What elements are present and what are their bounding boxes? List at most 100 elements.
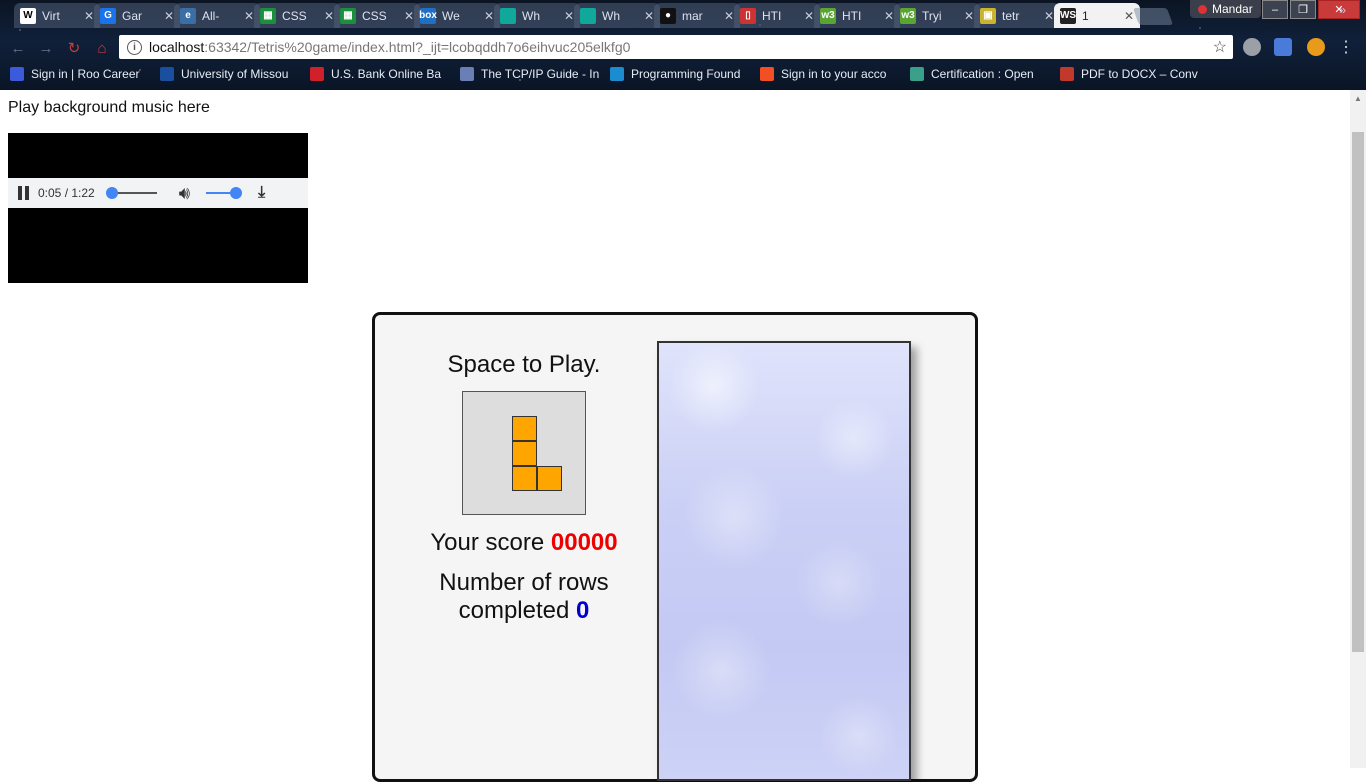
- bookmark-item[interactable]: U.S. Bank Online Ba: [310, 67, 450, 81]
- bookmark-label: Sign in to your acco: [781, 67, 887, 81]
- page-content: Play background music here 0:05 / 1:22 🔊…: [0, 90, 1350, 782]
- bookmark-star-icon[interactable]: ☆: [1213, 37, 1227, 57]
- tab-title: Tryi: [922, 8, 942, 23]
- browser-tab[interactable]: Wh ✕: [494, 3, 580, 28]
- minimize-button[interactable]: –: [1262, 0, 1288, 19]
- piece-block: [512, 416, 537, 441]
- score-value: 00000: [550, 529, 618, 556]
- bookmark-favicon-icon: [1060, 67, 1074, 81]
- close-tab-icon[interactable]: ✕: [244, 9, 254, 23]
- seek-slider[interactable]: [105, 187, 157, 199]
- rows-line: Number of rows completed 0: [405, 569, 643, 625]
- browser-tab[interactable]: box We ✕: [414, 3, 500, 28]
- pause-icon[interactable]: [18, 186, 30, 200]
- bookmark-favicon-icon: [460, 67, 474, 81]
- skype-icon[interactable]: [1243, 38, 1261, 56]
- more-bookmarks-icon[interactable]: »: [1339, 3, 1346, 17]
- address-bar[interactable]: i localhost:63342/Tetris%20game/index.ht…: [119, 35, 1233, 59]
- close-tab-icon[interactable]: ✕: [84, 9, 94, 23]
- profile-icon: [1198, 4, 1207, 14]
- bookmark-favicon-icon: [10, 67, 24, 81]
- sheets-icon: ▦: [340, 7, 356, 24]
- tab-title: tetr: [1002, 8, 1020, 23]
- w3-icon: w3: [900, 7, 916, 24]
- browser-tab[interactable]: ● mar ✕: [654, 3, 740, 28]
- back-icon[interactable]: ←: [8, 38, 28, 58]
- scroll-thumb[interactable]: [1352, 132, 1364, 652]
- restore-button[interactable]: ❐: [1290, 0, 1316, 19]
- browser-tab[interactable]: WS 1 ✕: [1054, 3, 1140, 28]
- profile-button[interactable]: Mandar: [1190, 0, 1261, 18]
- bookmark-item[interactable]: Sign in to your acco: [760, 67, 900, 81]
- menu-icon[interactable]: ⋮: [1336, 37, 1356, 57]
- close-tab-icon[interactable]: ✕: [1044, 9, 1054, 23]
- browser-tab[interactable]: ▯ HTI ✕: [734, 3, 820, 28]
- close-tab-icon[interactable]: ✕: [724, 9, 734, 23]
- score-line: Your score 00000: [405, 529, 643, 557]
- sheets-icon: ▦: [260, 7, 276, 24]
- browser-tab[interactable]: w3 HTI ✕: [814, 3, 900, 28]
- document-icon: ▯: [740, 7, 756, 24]
- url-text: localhost:63342/Tetris%20game/index.html…: [149, 39, 631, 55]
- compass-icon[interactable]: [1307, 38, 1325, 56]
- tab-title: HTI: [762, 8, 782, 23]
- bookmark-label: University of Missou: [181, 67, 289, 81]
- bookmark-item[interactable]: PDF to DOCX – Conv: [1060, 67, 1200, 81]
- volume-icon[interactable]: 🔊︎: [179, 183, 190, 204]
- piece-block: [512, 441, 537, 466]
- browser-tab[interactable]: ▣ tetr ✕: [974, 3, 1060, 28]
- browser-tab[interactable]: G Gar ✕: [94, 3, 180, 28]
- tab-title: mar: [682, 8, 703, 23]
- rows-value: 0: [576, 597, 590, 624]
- bookmark-label: U.S. Bank Online Ba: [331, 67, 442, 81]
- close-tab-icon[interactable]: ✕: [804, 9, 814, 23]
- browser-tab[interactable]: ▦ CSS ✕: [334, 3, 420, 28]
- browser-tab[interactable]: Wh ✕: [574, 3, 660, 28]
- tab-title: CSS: [282, 8, 307, 23]
- close-tab-icon[interactable]: ✕: [324, 9, 334, 23]
- close-tab-icon[interactable]: ✕: [964, 9, 974, 23]
- reload-icon[interactable]: ↻: [64, 38, 84, 58]
- teal-square-icon: [500, 7, 516, 24]
- bookmark-item[interactable]: Certification : Open: [910, 67, 1050, 81]
- close-tab-icon[interactable]: ✕: [644, 9, 654, 23]
- bookmarks-bar: Sign in | Roo Career University of Missou…: [0, 64, 1366, 86]
- tab-title: HTI: [842, 8, 862, 23]
- close-tab-icon[interactable]: ✕: [564, 9, 574, 23]
- close-tab-icon[interactable]: ✕: [1124, 9, 1134, 23]
- close-tab-icon[interactable]: ✕: [484, 9, 494, 23]
- bookmark-favicon-icon: [610, 67, 624, 81]
- audio-player[interactable]: 0:05 / 1:22 🔊︎ ⤓: [8, 133, 308, 283]
- bookmark-item[interactable]: The TCP/IP Guide - In: [460, 67, 600, 81]
- browser-tab[interactable]: W Virt ✕: [14, 3, 100, 28]
- browser-tab[interactable]: ▦ CSS ✕: [254, 3, 340, 28]
- bookmark-item[interactable]: University of Missou: [160, 67, 300, 81]
- browser-tab[interactable]: e All- ✕: [174, 3, 260, 28]
- bookmark-item[interactable]: Sign in | Roo Career: [10, 67, 150, 81]
- close-tab-icon[interactable]: ✕: [164, 9, 174, 23]
- browser-tab[interactable]: w3 Tryi ✕: [894, 3, 980, 28]
- close-tab-icon[interactable]: ✕: [404, 9, 414, 23]
- seek-knob[interactable]: [105, 187, 118, 199]
- translate-icon[interactable]: [1274, 38, 1292, 56]
- wikipedia-icon: W: [20, 7, 36, 24]
- download-icon[interactable]: ⤓: [258, 184, 265, 202]
- teal-square-icon: [580, 7, 596, 24]
- tab-title: CSS: [362, 8, 387, 23]
- volume-knob[interactable]: [230, 187, 243, 199]
- new-tab-button[interactable]: [1132, 8, 1174, 25]
- tab-title: 1: [1082, 8, 1089, 23]
- vertical-scrollbar[interactable]: ▲: [1350, 90, 1366, 768]
- forward-icon[interactable]: →: [36, 38, 56, 58]
- scroll-up-arrow-icon[interactable]: ▲: [1350, 90, 1366, 107]
- ga-icon: G: [100, 7, 116, 24]
- home-icon[interactable]: ⌂: [92, 38, 112, 58]
- bookmark-item[interactable]: Programming Found: [610, 67, 750, 81]
- volume-slider[interactable]: [206, 187, 243, 199]
- game-board[interactable]: [657, 341, 911, 781]
- bookmark-label: Programming Found: [631, 67, 741, 81]
- info-icon[interactable]: i: [127, 39, 142, 55]
- close-tab-icon[interactable]: ✕: [884, 9, 894, 23]
- globe-icon: e: [180, 7, 196, 24]
- tab-title: Gar: [122, 8, 143, 23]
